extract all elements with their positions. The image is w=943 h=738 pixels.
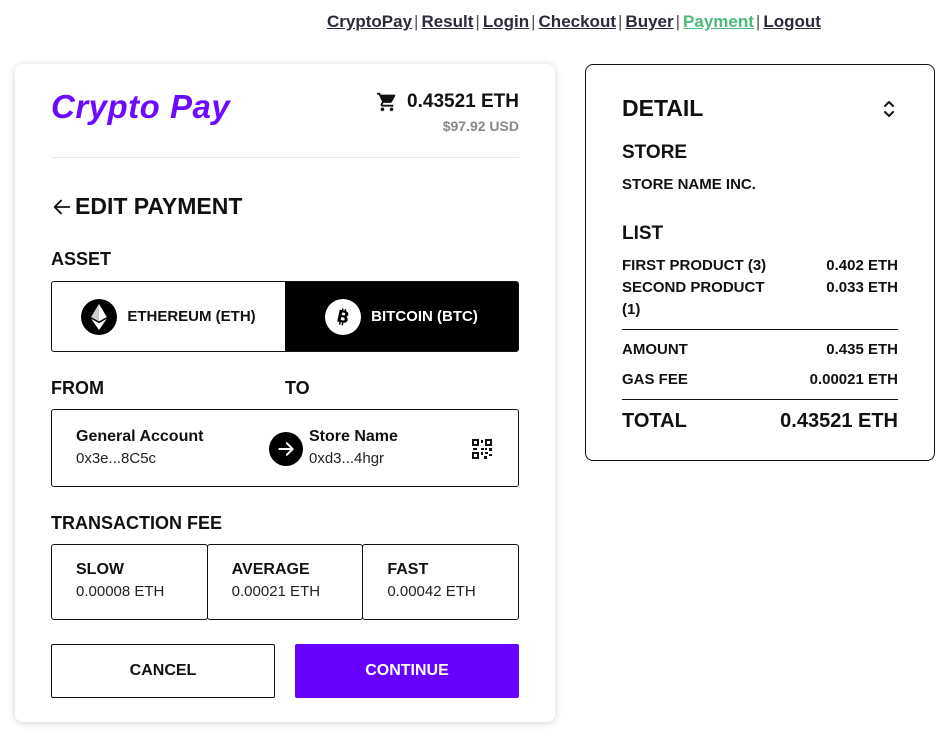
header-divider [51,157,519,158]
fee-option-slow[interactable]: SLOW 0.00008 ETH [51,544,208,620]
arrow-right-icon [269,432,303,466]
fee-option-value: 0.00021 ETH [231,583,321,600]
amount-row: AMOUNT 0.435 ETH [622,339,898,361]
price-eth: 0.43521 ETH [407,91,519,112]
list-item: FIRST PRODUCT (3) 0.402 ETH [622,255,898,277]
asset-option-eth-label: ETHEREUM (ETH) [127,308,256,325]
from-account-address: 0x3e...8C5c [76,450,157,467]
nav-separator: | [618,12,623,31]
store-heading: STORE [622,142,688,163]
amount-value: 0.435 ETH [826,341,898,358]
gas-fee-row: GAS FEE 0.00021 ETH [622,369,898,391]
list-heading: LIST [622,223,664,244]
to-account-address: 0xd3...4hgr [309,450,385,467]
fee-option-name: AVERAGE [231,561,310,578]
list-item-name: SECOND PRODUCT (1) [622,279,765,318]
page-title: EDIT PAYMENT [51,193,242,220]
list-item: SECOND PRODUCT (1) 0.033 ETH [622,277,898,321]
page-title-text: EDIT PAYMENT [75,193,243,219]
detail-panel: DETAIL STORE STORE NAME INC. LIST FIRST … [585,64,935,461]
total-value: 0.43521 ETH [780,410,898,432]
nav-link-payment[interactable]: Payment [683,12,754,32]
gas-fee-label: GAS FEE [622,371,688,388]
fee-option-average[interactable]: AVERAGE 0.00021 ETH [206,544,364,620]
total-row: TOTAL 0.43521 ETH [622,410,898,433]
nav-separator: | [755,12,761,31]
list-divider [622,329,898,330]
nav-separator: | [531,12,536,31]
asset-label: ASSET [51,249,112,269]
asset-option-btc-label: BITCOIN (BTC) [371,308,478,325]
ethereum-icon [81,298,118,335]
gas-fee-value: 0.00021 ETH [809,371,898,388]
price-summary: 0.43521 ETH $97.92 USD [376,91,519,134]
qr-code-icon[interactable] [472,439,492,459]
payment-card: Crypto Pay 0.43521 ETH $97.92 USD EDIT P… [15,64,555,722]
store-name: STORE NAME INC. [622,176,756,193]
transaction-fee-label: TRANSACTION FEE [51,513,222,533]
detail-title: DETAIL [622,95,704,121]
total-divider [622,399,898,400]
cancel-button[interactable]: CANCEL [51,644,275,698]
expand-collapse-icon[interactable] [882,98,896,120]
continue-button[interactable]: CONTINUE [295,644,519,698]
nav-separator: | [475,12,480,31]
nav-link-result[interactable]: Result [421,12,473,32]
fee-option-name: FAST [387,561,429,578]
fee-option-value: 0.00008 ETH [76,583,165,600]
fee-option-value: 0.00042 ETH [387,583,476,600]
nav-separator: | [675,12,681,31]
from-to-selector: General Account 0x3e...8C5c Store Name 0… [51,409,519,487]
to-account-name: Store Name [309,428,398,445]
nav-link-cryptopay[interactable]: CryptoPay [327,12,412,32]
fee-selector: SLOW 0.00008 ETH AVERAGE 0.00021 ETH FAS… [51,544,520,620]
list-item-name: FIRST PRODUCT (3) [622,257,767,274]
back-arrow-icon[interactable] [51,196,73,218]
price-usd: $97.92 USD [442,118,519,134]
cart-icon [376,92,396,112]
crypto-pay-logo: Crypto Pay [51,88,231,125]
to-account[interactable]: Store Name 0xd3...4hgr [285,410,518,486]
fee-option-fast[interactable]: FAST 0.00042 ETH [362,544,520,620]
amount-label: AMOUNT [622,341,688,358]
to-label: TO [285,378,310,398]
list-item-price: 0.402 ETH [826,257,898,274]
from-account[interactable]: General Account 0x3e...8C5c [52,410,285,486]
price-eth-row: 0.43521 ETH [376,91,519,113]
total-label: TOTAL [622,410,687,432]
nav-link-logout[interactable]: Logout [763,12,821,32]
top-nav: CryptoPay | Result | Login | Checkout | Buye… [327,12,821,32]
asset-option-eth[interactable]: ETHEREUM (ETH) [52,282,285,351]
from-label: FROM [51,378,104,398]
nav-link-login[interactable]: Login [483,12,529,32]
asset-option-btc[interactable]: B BITCOIN (BTC) [285,282,518,351]
nav-link-buyer[interactable]: Buyer [625,12,673,32]
asset-selector: ETHEREUM (ETH) B BITCOIN (BTC) [51,281,519,352]
bitcoin-icon: B [325,298,362,335]
from-account-name: General Account [76,428,204,445]
fee-option-name: SLOW [76,561,124,578]
list-item-price: 0.033 ETH [826,279,898,296]
nav-separator: | [414,12,419,31]
nav-link-checkout[interactable]: Checkout [539,12,616,32]
